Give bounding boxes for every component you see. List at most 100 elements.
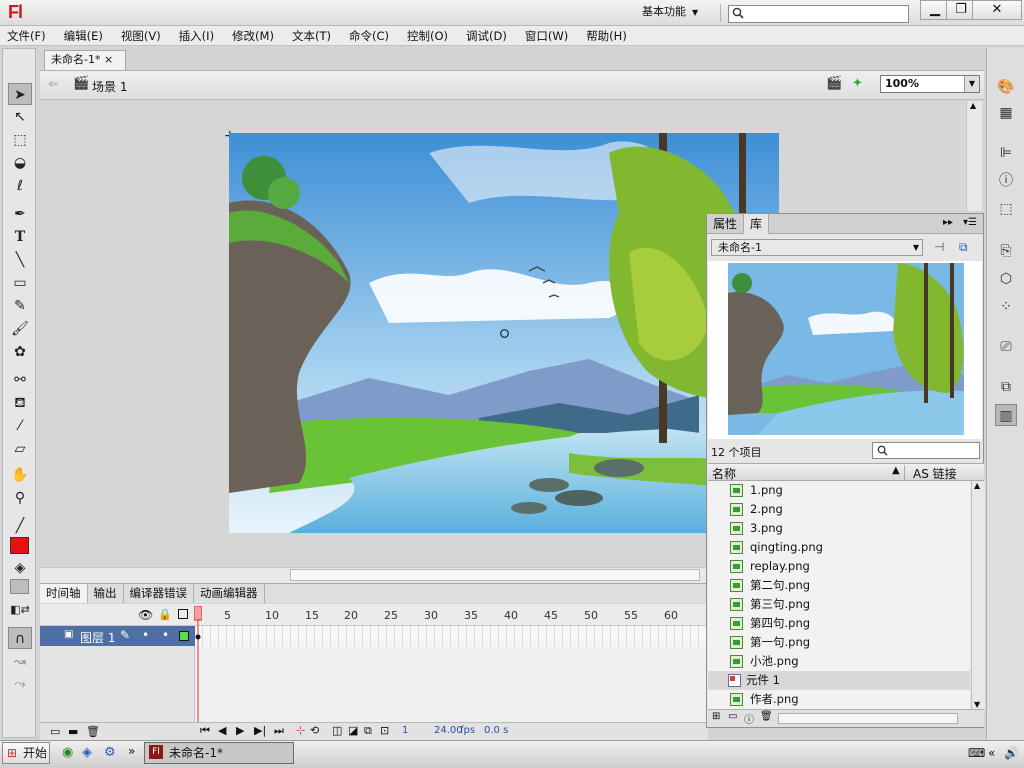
current-frame[interactable]: 1 xyxy=(402,725,408,736)
onion-outline-icon[interactable]: ◪ xyxy=(348,724,358,737)
frame-row[interactable] xyxy=(195,626,707,646)
smooth-icon[interactable]: ↝ xyxy=(8,651,32,673)
tab-library[interactable]: 库 xyxy=(744,213,770,234)
menu-text[interactable]: 文本(T) xyxy=(292,26,331,46)
menu-modify[interactable]: 修改(M) xyxy=(232,26,274,46)
tab-compiler-errors[interactable]: 编译器错误 xyxy=(124,584,194,603)
edit-scene-icon[interactable]: 🎬 xyxy=(826,76,842,91)
menu-commands[interactable]: 命令(C) xyxy=(349,26,389,46)
keyboard-icon[interactable]: ⌨ xyxy=(968,746,985,760)
swap-color-swatch[interactable] xyxy=(10,579,29,594)
quick-launch-more-icon[interactable]: » xyxy=(128,744,135,758)
layer-color-swatch[interactable] xyxy=(179,631,189,641)
menu-debug[interactable]: 调试(D) xyxy=(466,26,507,46)
library-scrollbar[interactable]: ▲ ▼ xyxy=(971,481,985,709)
loop-icon[interactable]: ⟲ xyxy=(310,724,319,737)
help-search-input[interactable] xyxy=(728,5,909,23)
tab-motion-editor[interactable]: 动画编辑器 xyxy=(194,584,265,603)
lock-dot[interactable]: • xyxy=(162,628,169,642)
text-tool-icon[interactable]: T xyxy=(8,226,32,248)
volume-icon[interactable]: 🔊 xyxy=(1004,746,1019,760)
eraser-tool-icon[interactable]: ▱ xyxy=(8,438,32,460)
bone-tool-icon[interactable]: ⚯ xyxy=(8,369,32,391)
free-transform-icon[interactable]: ⬚ xyxy=(8,129,32,151)
fill-color-swatch[interactable] xyxy=(10,537,29,554)
zoom-tool-icon[interactable]: ⚲ xyxy=(8,487,32,509)
menu-file[interactable]: 文件(F) xyxy=(7,26,46,46)
scroll-down-icon[interactable]: ▼ xyxy=(974,700,980,709)
menu-control[interactable]: 控制(O) xyxy=(407,26,448,46)
tab-properties[interactable]: 属性 xyxy=(707,213,745,234)
close-tab-icon[interactable]: × xyxy=(104,53,113,66)
new-symbol-icon[interactable]: ⊞ xyxy=(712,711,720,722)
explorer-icon[interactable]: ◈ xyxy=(82,745,92,760)
library-item[interactable]: 第四句.png xyxy=(708,614,970,633)
transform-icon[interactable]: ⬚ xyxy=(995,198,1017,220)
selection-tool-icon[interactable]: ➤ xyxy=(8,83,32,105)
layer-name[interactable]: 图层 1 xyxy=(80,629,115,646)
pen-tool-icon[interactable]: ✒ xyxy=(8,203,32,225)
library-item[interactable]: 第二句.png xyxy=(708,576,970,595)
deco-tool-icon[interactable]: ✿ xyxy=(8,341,32,363)
menu-help[interactable]: 帮助(H) xyxy=(586,26,627,46)
step-forward-button[interactable]: ▶| xyxy=(254,724,266,737)
menu-edit[interactable]: 编辑(E) xyxy=(64,26,103,46)
onion-markers-icon[interactable]: ⊡ xyxy=(380,724,389,737)
info-icon[interactable]: ⓘ xyxy=(995,170,1017,192)
library-document-select[interactable]: 未命名-1 ▼ xyxy=(711,239,923,256)
settings-icon[interactable]: ⚙ xyxy=(104,745,116,760)
subselection-tool-icon[interactable]: ↖ xyxy=(8,106,32,128)
stroke-color-icon[interactable]: ╱ xyxy=(8,515,32,537)
sort-up-icon[interactable]: ▲ xyxy=(892,465,900,476)
step-back-button[interactable]: ◀ xyxy=(218,724,226,737)
project-icon[interactable]: ⎚ xyxy=(995,336,1017,358)
menu-insert[interactable]: 插入(I) xyxy=(179,26,214,46)
back-arrow-icon[interactable]: ⇐ xyxy=(48,77,59,92)
center-frame-icon[interactable]: ⊹ xyxy=(296,724,305,737)
library-search-input[interactable] xyxy=(872,442,980,459)
fps-value[interactable]: 24.00 xyxy=(434,725,463,736)
library-item[interactable]: replay.png xyxy=(708,557,970,576)
stage-scroll-thumb[interactable] xyxy=(290,569,700,581)
color-panel-icon[interactable]: 🎨 xyxy=(995,76,1017,98)
layer-row[interactable]: ▣ 图层 1 ✎ • • xyxy=(40,626,195,646)
menu-view[interactable]: 视图(V) xyxy=(121,26,161,46)
menu-window[interactable]: 窗口(W) xyxy=(525,26,568,46)
pin-library-icon[interactable]: ⊣ xyxy=(934,240,944,254)
motion-presets-icon[interactable]: ⁘ xyxy=(995,296,1017,318)
browser-icon[interactable]: ◉ xyxy=(62,745,73,760)
library-item-selected[interactable]: 元件 1 xyxy=(708,671,970,690)
library-panel-icon[interactable]: ▥ xyxy=(995,404,1017,426)
stage-vertical-scrollbar[interactable]: ▲ xyxy=(966,101,982,211)
history-icon[interactable]: ⧉ xyxy=(995,376,1017,398)
start-button[interactable]: ⊞ 开始 xyxy=(2,742,50,764)
delete-layer-icon[interactable]: 🗑 xyxy=(86,725,100,738)
align-icon[interactable]: ⊫ xyxy=(995,142,1017,164)
pencil-tool-icon[interactable]: ✎ xyxy=(8,295,32,317)
library-item[interactable]: 小池.png xyxy=(708,652,970,671)
panel-menu-icon[interactable]: ▾☰ xyxy=(963,217,977,228)
document-tab[interactable]: 未命名-1* × xyxy=(44,50,126,70)
library-item[interactable]: 1.png xyxy=(708,481,970,500)
last-frame-button[interactable]: ⏭ xyxy=(274,724,284,738)
edit-symbols-icon[interactable]: ✦ xyxy=(852,76,863,91)
fill-bucket-icon[interactable]: ◈ xyxy=(8,557,32,579)
eye-icon[interactable]: 👁 xyxy=(138,608,153,622)
lasso-icon[interactable]: ℓ xyxy=(8,175,32,197)
column-name[interactable]: 名称 xyxy=(712,465,736,482)
collapse-panel-icon[interactable]: ▸▸ xyxy=(943,217,953,228)
rectangle-tool-icon[interactable]: ▭ xyxy=(8,272,32,294)
tray-expand-icon[interactable]: « xyxy=(988,746,995,760)
frame-ruler[interactable]: 1 5 10 15 20 25 30 35 40 45 50 55 60 xyxy=(195,606,707,626)
scroll-up-icon[interactable]: ▲ xyxy=(970,101,976,110)
delete-item-icon[interactable]: 🗑 xyxy=(760,711,773,722)
brush-tool-icon[interactable]: 🖌 xyxy=(8,318,32,340)
edit-multiple-icon[interactable]: ⧉ xyxy=(364,724,372,738)
new-layer-icon[interactable]: ▭ xyxy=(50,725,60,738)
play-button[interactable]: ▶ xyxy=(236,724,244,737)
scroll-up-icon[interactable]: ▲ xyxy=(974,481,980,490)
hand-tool-icon[interactable]: ✋ xyxy=(8,464,32,486)
snap-magnet-icon[interactable]: ∩ xyxy=(8,627,32,649)
library-item[interactable]: 3.png xyxy=(708,519,970,538)
visibility-dot[interactable]: • xyxy=(142,628,149,642)
